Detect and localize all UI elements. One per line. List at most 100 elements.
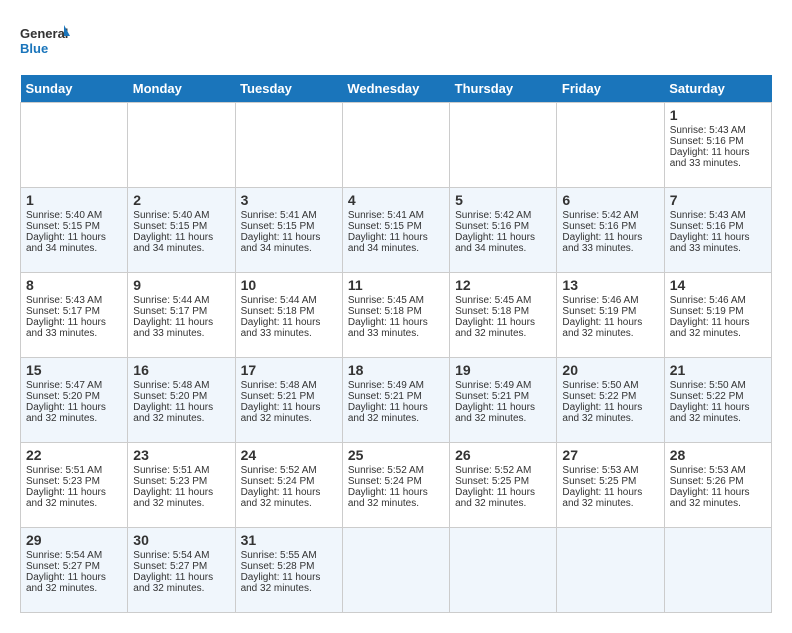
- day-number: 29: [26, 532, 122, 548]
- calendar-cell: 18 Sunrise: 5:49 AM Sunset: 5:21 PM Dayl…: [342, 358, 449, 443]
- calendar-cell: 16 Sunrise: 5:48 AM Sunset: 5:20 PM Dayl…: [128, 358, 235, 443]
- calendar-cell: 15 Sunrise: 5:47 AM Sunset: 5:20 PM Dayl…: [21, 358, 128, 443]
- calendar-cell: 20 Sunrise: 5:50 AM Sunset: 5:22 PM Dayl…: [557, 358, 664, 443]
- sunrise-text: Sunrise: 5:45 AM: [455, 295, 531, 306]
- day-number: 25: [348, 447, 444, 463]
- week-row-1: 1 Sunrise: 5:40 AM Sunset: 5:15 PM Dayli…: [21, 188, 772, 273]
- daylight-text: Daylight: 11 hours and 32 minutes.: [670, 317, 750, 339]
- daylight-text: Daylight: 11 hours and 32 minutes.: [133, 487, 213, 509]
- header-day-thursday: Thursday: [450, 75, 557, 103]
- calendar-cell: 19 Sunrise: 5:49 AM Sunset: 5:21 PM Dayl…: [450, 358, 557, 443]
- calendar-cell: [128, 103, 235, 188]
- calendar-cell: [664, 528, 771, 613]
- calendar-cell: 1 Sunrise: 5:43 AM Sunset: 5:16 PM Dayli…: [664, 103, 771, 188]
- daylight-text: Daylight: 11 hours and 32 minutes.: [348, 402, 428, 424]
- sunset-text: Sunset: 5:24 PM: [348, 476, 422, 487]
- daylight-text: Daylight: 11 hours and 32 minutes.: [26, 402, 106, 424]
- calendar-cell: 23 Sunrise: 5:51 AM Sunset: 5:23 PM Dayl…: [128, 443, 235, 528]
- header-day-sunday: Sunday: [21, 75, 128, 103]
- sunrise-text: Sunrise: 5:54 AM: [133, 550, 209, 561]
- sunset-text: Sunset: 5:24 PM: [241, 476, 315, 487]
- daylight-text: Daylight: 11 hours and 32 minutes.: [562, 487, 642, 509]
- daylight-text: Daylight: 11 hours and 32 minutes.: [26, 487, 106, 509]
- sunrise-text: Sunrise: 5:43 AM: [26, 295, 102, 306]
- calendar-cell: [342, 103, 449, 188]
- sunrise-text: Sunrise: 5:43 AM: [670, 125, 746, 136]
- sunset-text: Sunset: 5:19 PM: [670, 306, 744, 317]
- day-number: 10: [241, 277, 337, 293]
- sunrise-text: Sunrise: 5:41 AM: [241, 210, 317, 221]
- calendar-cell: 2 Sunrise: 5:40 AM Sunset: 5:15 PM Dayli…: [128, 188, 235, 273]
- sunset-text: Sunset: 5:20 PM: [133, 391, 207, 402]
- daylight-text: Daylight: 11 hours and 33 minutes.: [133, 317, 213, 339]
- day-number: 30: [133, 532, 229, 548]
- sunset-text: Sunset: 5:17 PM: [133, 306, 207, 317]
- day-number: 9: [133, 277, 229, 293]
- day-number: 19: [455, 362, 551, 378]
- day-number: 6: [562, 192, 658, 208]
- calendar-cell: 24 Sunrise: 5:52 AM Sunset: 5:24 PM Dayl…: [235, 443, 342, 528]
- daylight-text: Daylight: 11 hours and 34 minutes.: [455, 232, 535, 254]
- calendar-cell: 22 Sunrise: 5:51 AM Sunset: 5:23 PM Dayl…: [21, 443, 128, 528]
- calendar-cell: 13 Sunrise: 5:46 AM Sunset: 5:19 PM Dayl…: [557, 273, 664, 358]
- daylight-text: Daylight: 11 hours and 32 minutes.: [670, 487, 750, 509]
- calendar-table: SundayMondayTuesdayWednesdayThursdayFrid…: [20, 75, 772, 613]
- sunrise-text: Sunrise: 5:52 AM: [241, 465, 317, 476]
- calendar-cell: 8 Sunrise: 5:43 AM Sunset: 5:17 PM Dayli…: [21, 273, 128, 358]
- week-row-5: 29 Sunrise: 5:54 AM Sunset: 5:27 PM Dayl…: [21, 528, 772, 613]
- daylight-text: Daylight: 11 hours and 32 minutes.: [133, 402, 213, 424]
- calendar-cell: 25 Sunrise: 5:52 AM Sunset: 5:24 PM Dayl…: [342, 443, 449, 528]
- sunset-text: Sunset: 5:28 PM: [241, 561, 315, 572]
- sunset-text: Sunset: 5:15 PM: [26, 221, 100, 232]
- day-number: 13: [562, 277, 658, 293]
- calendar-cell: 5 Sunrise: 5:42 AM Sunset: 5:16 PM Dayli…: [450, 188, 557, 273]
- sunrise-text: Sunrise: 5:49 AM: [348, 380, 424, 391]
- sunrise-text: Sunrise: 5:48 AM: [133, 380, 209, 391]
- calendar-cell: [235, 103, 342, 188]
- daylight-text: Daylight: 11 hours and 32 minutes.: [562, 317, 642, 339]
- logo-svg: General Blue: [20, 20, 70, 65]
- daylight-text: Daylight: 11 hours and 32 minutes.: [241, 572, 321, 594]
- day-number: 4: [348, 192, 444, 208]
- sunrise-text: Sunrise: 5:52 AM: [348, 465, 424, 476]
- calendar-cell: 31 Sunrise: 5:55 AM Sunset: 5:28 PM Dayl…: [235, 528, 342, 613]
- day-number: 1: [26, 192, 122, 208]
- day-number: 12: [455, 277, 551, 293]
- daylight-text: Daylight: 11 hours and 33 minutes.: [26, 317, 106, 339]
- sunset-text: Sunset: 5:27 PM: [26, 561, 100, 572]
- daylight-text: Daylight: 11 hours and 33 minutes.: [562, 232, 642, 254]
- calendar-cell: [450, 528, 557, 613]
- calendar-cell: 11 Sunrise: 5:45 AM Sunset: 5:18 PM Dayl…: [342, 273, 449, 358]
- header-day-wednesday: Wednesday: [342, 75, 449, 103]
- sunset-text: Sunset: 5:21 PM: [241, 391, 315, 402]
- svg-text:Blue: Blue: [20, 41, 48, 56]
- sunrise-text: Sunrise: 5:51 AM: [133, 465, 209, 476]
- day-number: 1: [670, 107, 766, 123]
- calendar-cell: 6 Sunrise: 5:42 AM Sunset: 5:16 PM Dayli…: [557, 188, 664, 273]
- sunrise-text: Sunrise: 5:43 AM: [670, 210, 746, 221]
- sunrise-text: Sunrise: 5:47 AM: [26, 380, 102, 391]
- sunrise-text: Sunrise: 5:51 AM: [26, 465, 102, 476]
- header: General Blue: [20, 20, 772, 65]
- calendar-cell: 14 Sunrise: 5:46 AM Sunset: 5:19 PM Dayl…: [664, 273, 771, 358]
- daylight-text: Daylight: 11 hours and 32 minutes.: [348, 487, 428, 509]
- daylight-text: Daylight: 11 hours and 32 minutes.: [455, 317, 535, 339]
- sunset-text: Sunset: 5:15 PM: [241, 221, 315, 232]
- day-number: 5: [455, 192, 551, 208]
- daylight-text: Daylight: 11 hours and 32 minutes.: [562, 402, 642, 424]
- day-number: 31: [241, 532, 337, 548]
- day-number: 18: [348, 362, 444, 378]
- day-number: 11: [348, 277, 444, 293]
- sunrise-text: Sunrise: 5:50 AM: [562, 380, 638, 391]
- calendar-cell: [557, 103, 664, 188]
- day-number: 21: [670, 362, 766, 378]
- calendar-cell: 29 Sunrise: 5:54 AM Sunset: 5:27 PM Dayl…: [21, 528, 128, 613]
- week-row-4: 22 Sunrise: 5:51 AM Sunset: 5:23 PM Dayl…: [21, 443, 772, 528]
- sunset-text: Sunset: 5:21 PM: [455, 391, 529, 402]
- sunset-text: Sunset: 5:22 PM: [562, 391, 636, 402]
- daylight-text: Daylight: 11 hours and 32 minutes.: [241, 402, 321, 424]
- daylight-text: Daylight: 11 hours and 33 minutes.: [670, 232, 750, 254]
- sunrise-text: Sunrise: 5:49 AM: [455, 380, 531, 391]
- calendar-cell: 26 Sunrise: 5:52 AM Sunset: 5:25 PM Dayl…: [450, 443, 557, 528]
- svg-text:General: General: [20, 26, 68, 41]
